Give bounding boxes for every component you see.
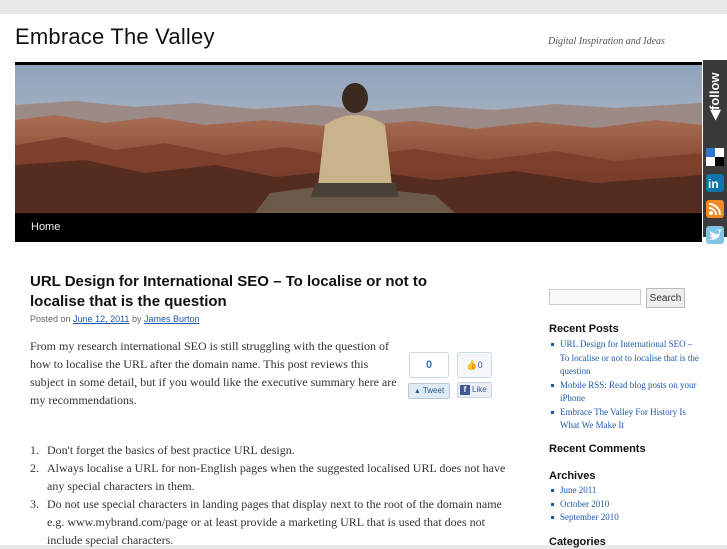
list-item: 1. Don't forget the basics of best practi… [30,441,510,459]
meta-prefix: Posted on [30,314,71,324]
list-item: Mobile RSS: Read blog posts on your iPho… [549,379,701,406]
recent-comments-title: Recent Comments [549,443,646,455]
archive-link[interactable]: September 2010 [560,512,619,522]
list-item: October 2010 [549,498,701,512]
like-label: Like [472,385,487,394]
list-number: 2. [30,461,39,475]
list-item: Embrace The Valley For History Is What W… [549,406,701,433]
archives-list: June 2011 October 2010 September 2010 [549,484,701,525]
rss-icon[interactable] [706,200,724,218]
post-intro: From my research international SEO is st… [30,339,397,407]
tweet-label: Tweet [422,386,445,395]
post-title[interactable]: URL Design for International SEO – To lo… [30,272,470,312]
recent-post-link[interactable]: Mobile RSS: Read blog posts on your iPho… [560,380,697,404]
post-meta: Posted on June 12, 2011 by James Burton [30,314,200,324]
facebook-icon: f [460,385,470,395]
svg-text:in: in [708,177,719,191]
recent-post-link[interactable]: URL Design for International SEO – To lo… [560,339,699,376]
recent-post-link[interactable]: Embrace The Valley For History Is What W… [560,407,686,431]
archives-title: Archives [549,470,596,482]
list-item: 2. Always localise a URL for non-English … [30,459,510,495]
list-text: Always localise a URL for non-English pa… [47,461,506,493]
tweet-bird-icon: ▲ [413,388,421,395]
follow-label[interactable]: ◀follow [707,64,723,124]
list-number: 3. [30,497,39,511]
follow-sidebar: ◀follow in [703,60,727,244]
facebook-like-button[interactable]: f Like [457,382,492,398]
archive-link[interactable]: June 2011 [560,485,596,495]
tweet-button[interactable]: ▲ Tweet [408,383,450,399]
list-item: September 2010 [549,511,701,525]
delicious-icon[interactable] [706,148,724,166]
meta-by: by [131,314,142,324]
nav-item-home[interactable]: Home [31,221,60,233]
recent-posts-list: URL Design for International SEO – To lo… [549,338,701,433]
site-title[interactable]: Embrace The Valley [15,24,215,50]
linkedin-icon[interactable]: in [706,174,724,192]
list-item: URL Design for International SEO – To lo… [549,338,701,379]
tweet-count: 0 [409,352,449,378]
list-number: 1. [30,443,39,457]
header-banner-image [15,65,702,213]
search-input[interactable] [549,289,641,305]
archive-link[interactable]: October 2010 [560,499,609,509]
site-tagline: Digital Inspiration and Ideas [548,36,665,47]
post-date-link[interactable]: June 12, 2011 [73,314,129,324]
list-text: Do not use special characters in landing… [47,497,502,547]
svg-text:◀follow: ◀follow [707,72,722,121]
list-item: June 2011 [549,484,701,498]
main-navigation: Home [15,213,702,242]
facebook-like-count[interactable]: 👍0 [457,352,492,378]
thumbs-up-icon: 👍 [466,360,478,370]
recent-posts-title: Recent Posts [549,323,619,335]
post-author-link[interactable]: James Burton [144,314,200,324]
search-button[interactable]: Search [646,288,685,308]
recommendations-list: 1. Don't forget the basics of best practi… [30,441,510,549]
list-item: 3. Do not use special characters in landi… [30,495,510,549]
list-text: Don't forget the basics of best practice… [47,443,295,457]
categories-title: Categories [549,536,606,548]
twitter-icon[interactable] [706,226,724,244]
fb-count: 0 [477,360,483,370]
